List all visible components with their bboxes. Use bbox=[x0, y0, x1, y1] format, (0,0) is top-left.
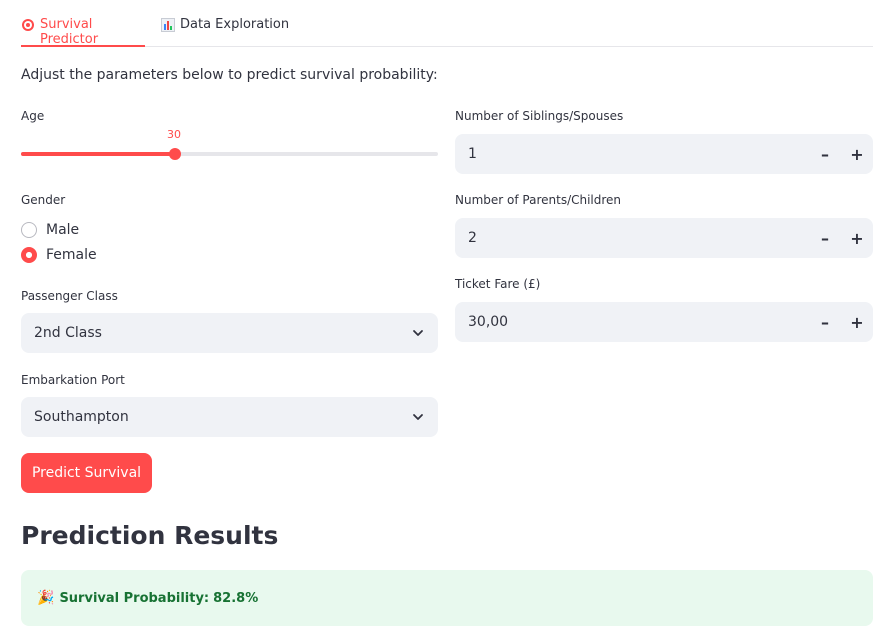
siblings-decrement-button[interactable]: – bbox=[809, 134, 841, 174]
tab-label: Survival Predictor bbox=[40, 17, 99, 47]
parents-decrement-button[interactable]: – bbox=[809, 218, 841, 258]
parents-input[interactable]: 2 – + bbox=[455, 218, 873, 258]
radio-male[interactable] bbox=[21, 222, 37, 238]
gender-option-female[interactable]: Female bbox=[21, 247, 97, 263]
chevron-down-icon bbox=[413, 414, 423, 420]
fare-increment-button[interactable]: + bbox=[841, 302, 873, 342]
embarkation-select[interactable]: Southampton bbox=[21, 397, 438, 437]
fare-decrement-button[interactable]: – bbox=[809, 302, 841, 342]
embarkation-value: Southampton bbox=[34, 409, 129, 425]
tab-survival-predictor[interactable]: Survival Predictor bbox=[21, 17, 145, 47]
radio-female[interactable] bbox=[21, 247, 37, 263]
age-slider-track[interactable] bbox=[21, 152, 438, 156]
passenger-class-label: Passenger Class bbox=[21, 289, 118, 303]
age-slider-thumb[interactable] bbox=[169, 148, 181, 160]
gender-option-label: Female bbox=[46, 247, 97, 263]
tab-data-exploration[interactable]: Data Exploration bbox=[161, 17, 289, 47]
target-icon bbox=[21, 18, 35, 32]
fare-label: Ticket Fare (£) bbox=[455, 277, 541, 291]
fare-input[interactable]: 30,00 – + bbox=[455, 302, 873, 342]
tab-label: Data Exploration bbox=[180, 17, 290, 32]
parents-value[interactable]: 2 bbox=[455, 230, 809, 246]
survival-probability-value: 82.8% bbox=[213, 590, 259, 606]
parents-label: Number of Parents/Children bbox=[455, 193, 622, 207]
age-label: Age bbox=[21, 109, 45, 123]
predict-survival-button[interactable]: Predict Survival bbox=[21, 453, 152, 493]
embarkation-label: Embarkation Port bbox=[21, 373, 125, 387]
gender-option-label: Male bbox=[46, 222, 80, 238]
gender-label: Gender bbox=[21, 193, 66, 207]
gender-option-male[interactable]: Male bbox=[21, 222, 79, 238]
siblings-increment-button[interactable]: + bbox=[841, 134, 873, 174]
instructions-text: Adjust the parameters below to predict s… bbox=[21, 67, 438, 83]
bar-chart-icon bbox=[161, 18, 175, 32]
passenger-class-select[interactable]: 2nd Class bbox=[21, 313, 438, 353]
age-slider-fill bbox=[21, 152, 172, 156]
survival-probability-label: Survival Probability: bbox=[59, 590, 210, 606]
siblings-label: Number of Siblings/Spouses bbox=[455, 109, 624, 123]
tab-bar: Survival Predictor Data Exploration bbox=[21, 0, 873, 47]
siblings-value[interactable]: 1 bbox=[455, 146, 809, 162]
survival-probability-alert: 🎉 Survival Probability: 82.8% bbox=[21, 570, 873, 626]
siblings-input[interactable]: 1 – + bbox=[455, 134, 873, 174]
results-heading: Prediction Results bbox=[21, 521, 279, 550]
fare-value[interactable]: 30,00 bbox=[455, 314, 809, 330]
chevron-down-icon bbox=[413, 330, 423, 336]
party-popper-icon: 🎉 bbox=[37, 590, 55, 606]
age-value: 30 bbox=[167, 128, 181, 141]
parents-increment-button[interactable]: + bbox=[841, 218, 873, 258]
passenger-class-value: 2nd Class bbox=[34, 325, 102, 341]
